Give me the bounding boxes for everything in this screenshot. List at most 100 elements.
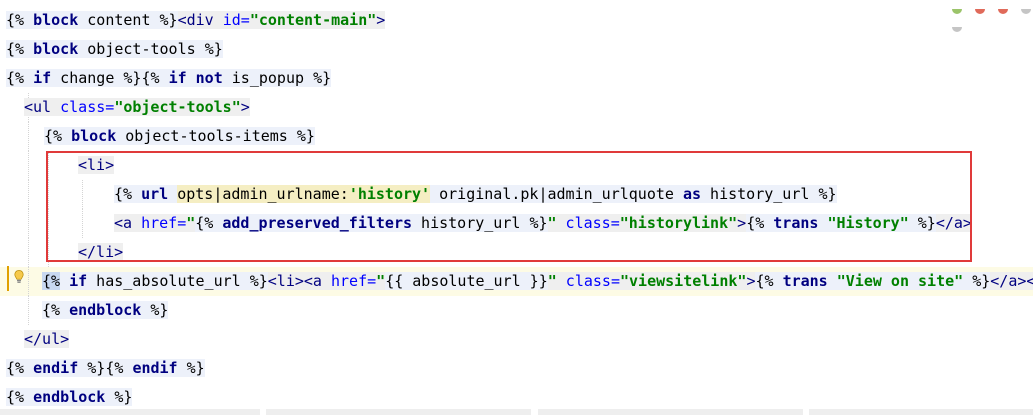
code-token: if bbox=[69, 272, 88, 290]
code-token: %} bbox=[529, 214, 548, 232]
code-token: " bbox=[186, 214, 196, 232]
code-text: {% endblock %} bbox=[42, 296, 169, 325]
code-line[interactable]: {% if has_absolute_url %}<li><a href="{{… bbox=[0, 267, 1033, 296]
code-token: object-tools-items bbox=[116, 127, 297, 145]
code-token: </a> bbox=[935, 214, 972, 232]
code-token: {% bbox=[42, 301, 70, 319]
code-token: {% bbox=[105, 359, 133, 377]
code-token: object-tools bbox=[78, 40, 205, 58]
code-token: {% bbox=[6, 359, 34, 377]
code-token: block bbox=[33, 11, 79, 29]
code-token: </li> bbox=[78, 243, 124, 261]
code-token: <div bbox=[177, 11, 223, 29]
code-token: endblock bbox=[69, 301, 142, 319]
code-token: {% bbox=[746, 214, 774, 232]
code-token: {% bbox=[6, 11, 34, 29]
code-token: class= bbox=[556, 272, 620, 290]
indent-guide bbox=[82, 180, 83, 209]
code-token: {% bbox=[44, 127, 72, 145]
code-text: {% url opts|admin_urlname:'history' orig… bbox=[114, 180, 837, 209]
code-text: </ul> bbox=[24, 325, 70, 354]
editor-status-icons bbox=[948, 0, 1033, 32]
indent-guide bbox=[48, 151, 49, 180]
code-token: {% bbox=[195, 214, 223, 232]
code-text: {% block object-tools-items %} bbox=[44, 122, 315, 151]
code-text: <ul class="object-tools"> bbox=[24, 93, 250, 122]
indent-guide bbox=[28, 267, 29, 296]
code-token: as bbox=[682, 185, 702, 203]
code-text: <li> bbox=[78, 151, 115, 180]
indent-guide bbox=[28, 296, 29, 325]
code-token: {% bbox=[6, 69, 34, 87]
code-token: content bbox=[78, 11, 160, 29]
code-token: original.pk|admin_urlquote bbox=[430, 185, 683, 203]
code-token: %} bbox=[177, 359, 205, 377]
lightbulb-icon[interactable] bbox=[14, 270, 24, 284]
code-token: %} bbox=[123, 69, 142, 87]
code-token: id= bbox=[222, 11, 250, 29]
code-token: %} bbox=[908, 214, 936, 232]
code-token: endif bbox=[33, 359, 79, 377]
code-token: change bbox=[51, 69, 124, 87]
code-text: </li> bbox=[78, 238, 124, 267]
code-token: {{ absolute_url }} bbox=[385, 272, 548, 290]
code-token: %} bbox=[313, 69, 332, 87]
code-token: %} bbox=[204, 40, 223, 58]
indent-guide bbox=[48, 209, 49, 238]
code-token: history_url bbox=[412, 214, 530, 232]
code-token: if not bbox=[168, 69, 223, 87]
caret-row-marker bbox=[7, 266, 9, 291]
code-token: {% bbox=[755, 272, 783, 290]
code-token: <ul bbox=[24, 98, 61, 116]
code-token: endif bbox=[132, 359, 178, 377]
code-text: {% if change %}{% if not is_popup %} bbox=[6, 64, 332, 93]
code-token: 'history' bbox=[348, 185, 431, 203]
indent-guide bbox=[82, 209, 83, 238]
indent-guide bbox=[28, 209, 29, 238]
bottom-strip bbox=[538, 409, 803, 415]
code-token: endblock bbox=[33, 388, 106, 406]
code-token: block bbox=[33, 40, 79, 58]
code-token bbox=[827, 272, 837, 290]
code-token: </ul> bbox=[24, 330, 70, 348]
indent-guide bbox=[48, 238, 49, 267]
code-token bbox=[168, 185, 178, 203]
code-text: <a href="{% add_preserved_filters histor… bbox=[114, 209, 972, 238]
indent-guide bbox=[28, 180, 29, 209]
code-token: %} bbox=[159, 11, 178, 29]
indent-guide bbox=[48, 180, 49, 209]
code-token: {% bbox=[42, 272, 61, 290]
indent-guide bbox=[28, 151, 29, 180]
code-token: {% bbox=[114, 185, 142, 203]
code-text: {% block content %}<div id="content-main… bbox=[6, 6, 386, 35]
code-token: class= bbox=[60, 98, 115, 116]
code-token: opts|admin_urlname: bbox=[177, 185, 349, 203]
code-text: {% endif %}{% endif %} bbox=[6, 354, 205, 383]
code-token: "content-main" bbox=[249, 11, 377, 29]
code-token: href= bbox=[331, 272, 377, 290]
code-editor[interactable]: {% block content %}<div id="content-main… bbox=[0, 0, 1033, 415]
code-token: > bbox=[240, 98, 250, 116]
code-text: {% if has_absolute_url %}<li><a href="{{… bbox=[42, 267, 1033, 296]
code-token: url bbox=[141, 185, 169, 203]
code-token: "object-tools" bbox=[114, 98, 241, 116]
code-token: {% bbox=[6, 40, 34, 58]
code-token: %} bbox=[963, 272, 991, 290]
code-token: " bbox=[376, 272, 386, 290]
code-token: if bbox=[33, 69, 52, 87]
code-token: </a>< bbox=[990, 272, 1033, 290]
code-token: " bbox=[547, 214, 557, 232]
code-token: has_absolute_url bbox=[87, 272, 250, 290]
code-token: %} bbox=[78, 359, 106, 377]
code-token: > bbox=[737, 214, 747, 232]
code-token: "viewsitelink" bbox=[620, 272, 747, 290]
code-token: %} bbox=[296, 127, 315, 145]
code-token: "historylink" bbox=[619, 214, 738, 232]
code-token: "History" bbox=[827, 214, 909, 232]
code-token: %} bbox=[141, 301, 169, 319]
indent-guide bbox=[28, 238, 29, 267]
code-token: is_popup bbox=[222, 69, 314, 87]
code-token: %} bbox=[105, 388, 133, 406]
bottom-strip bbox=[266, 409, 531, 415]
code-token: > bbox=[376, 11, 386, 29]
